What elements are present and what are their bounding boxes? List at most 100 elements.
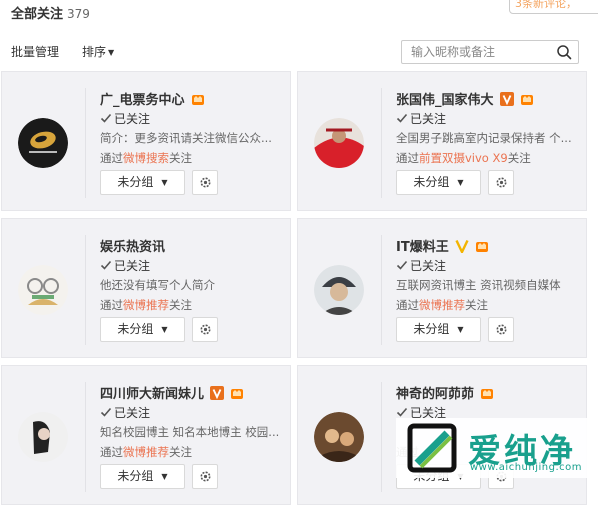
user-name[interactable]: 张国伟_国家伟大 xyxy=(396,89,534,108)
verified-v-icon[interactable] xyxy=(210,386,225,400)
user-name[interactable]: IT爆料王 xyxy=(396,236,489,255)
check-icon xyxy=(396,407,408,417)
follow-card: IT爆料王 已关注 互联网资讯博主 资讯视频自媒体 通过微博推荐关注 未分组 ▼ xyxy=(297,218,587,358)
card-divider xyxy=(381,235,382,345)
user-name[interactable]: 广_电票务中心 xyxy=(100,89,205,108)
notification-popup[interactable]: 3条新评论， xyxy=(509,0,598,14)
sort-dropdown[interactable]: 排序 ▼ xyxy=(82,43,114,60)
follow-source-prefix: 通过 xyxy=(100,151,123,165)
group-dropdown[interactable]: 未分组 ▼ xyxy=(396,170,481,195)
follow-source: 通过微博搜索关注 xyxy=(100,150,192,166)
user-name-text: 四川师大新闻妹儿 xyxy=(100,387,205,402)
gear-icon xyxy=(496,177,507,188)
follow-source-prefix: 通过 xyxy=(396,151,419,165)
follow-status: 已关注 xyxy=(100,110,150,127)
follow-status: 已关注 xyxy=(396,110,446,127)
follow-status: 已关注 xyxy=(396,257,446,274)
follow-source-suffix: 关注 xyxy=(507,151,531,165)
caret-down-icon: ▼ xyxy=(161,472,168,481)
user-name-text: 娱乐热资讯 xyxy=(100,240,166,255)
user-name-text: 张国伟_国家伟大 xyxy=(396,93,494,108)
follow-source-suffix: 关注 xyxy=(169,445,192,459)
group-label: 未分组 xyxy=(117,175,154,189)
sort-label: 排序 xyxy=(82,45,107,59)
user-bio: 知名校园博主 知名本地博主 校园... xyxy=(100,425,280,439)
follow-source-link[interactable]: 微博推荐 xyxy=(123,298,169,312)
user-name[interactable]: 四川师大新闻妹儿 xyxy=(100,383,244,402)
vip-crown-icon[interactable] xyxy=(191,92,205,106)
follow-card: 娱乐热资讯 已关注 他还没有填写个人简介 通过微博推荐关注 未分组 ▼ xyxy=(1,218,291,358)
check-icon xyxy=(396,113,408,123)
batch-manage-button[interactable]: 批量管理 xyxy=(11,43,59,60)
gear-icon xyxy=(200,324,211,335)
group-dropdown[interactable]: 未分组 ▼ xyxy=(100,464,185,489)
follow-source-prefix: 通过 xyxy=(100,445,123,459)
settings-button[interactable] xyxy=(488,170,514,195)
vip-crown-icon[interactable] xyxy=(475,239,489,253)
group-dropdown[interactable]: 未分组 ▼ xyxy=(396,317,481,342)
watermark-logo-icon xyxy=(407,423,457,473)
user-bio: 互联网资讯博主 资讯视频自媒体 xyxy=(396,278,561,292)
avatar[interactable] xyxy=(18,118,68,168)
vip-crown-icon[interactable] xyxy=(520,92,534,106)
follow-count: 379 xyxy=(67,7,90,21)
settings-button[interactable] xyxy=(192,464,218,489)
search-icon[interactable] xyxy=(556,44,572,60)
watermark-url: www.aichunjing.com xyxy=(470,462,582,473)
caret-down-icon: ▼ xyxy=(161,178,168,187)
follow-source-prefix: 通过 xyxy=(396,298,419,312)
avatar[interactable] xyxy=(18,265,68,315)
settings-button[interactable] xyxy=(192,170,218,195)
verified-v-icon[interactable] xyxy=(499,92,514,106)
follow-status-text: 已关注 xyxy=(114,259,151,273)
follow-source: 通过前置双摄vivo X9关注 xyxy=(396,150,531,166)
avatar[interactable] xyxy=(314,118,364,168)
follow-card: 张国伟_国家伟大 已关注 全国男子跳高室内记录保持者 个... 通过前置双摄vi… xyxy=(297,71,587,211)
user-name[interactable]: 娱乐热资讯 xyxy=(100,236,165,255)
follow-status-text: 已关注 xyxy=(114,112,151,126)
avatar[interactable] xyxy=(314,412,364,462)
gear-icon xyxy=(496,324,507,335)
check-icon xyxy=(100,407,112,417)
settings-button[interactable] xyxy=(488,317,514,342)
follow-source-prefix: 通过 xyxy=(100,298,123,312)
caret-down-icon: ▼ xyxy=(457,178,464,187)
caret-down-icon: ▼ xyxy=(457,325,464,334)
group-label: 未分组 xyxy=(117,322,154,336)
notification-text: 3条新评论， xyxy=(515,0,577,10)
card-divider xyxy=(381,88,382,198)
card-divider xyxy=(381,382,382,492)
card-divider xyxy=(85,382,86,492)
check-icon xyxy=(100,260,112,270)
group-dropdown[interactable]: 未分组 ▼ xyxy=(100,170,185,195)
follow-source-link[interactable]: 微博推荐 xyxy=(123,445,169,459)
user-name[interactable]: 神奇的阿茆茆 xyxy=(396,383,494,402)
avatar[interactable] xyxy=(314,265,364,315)
check-icon xyxy=(396,260,408,270)
follow-source-link[interactable]: 前置双摄vivo X9 xyxy=(419,151,508,165)
user-bio: 他还没有填写个人简介 xyxy=(100,278,215,292)
vip-crown-icon[interactable] xyxy=(230,386,244,400)
follow-source-suffix: 关注 xyxy=(465,298,488,312)
avatar[interactable] xyxy=(18,412,68,462)
card-divider xyxy=(85,235,86,345)
search-input[interactable] xyxy=(411,41,551,63)
follow-source-suffix: 关注 xyxy=(169,151,192,165)
gear-icon xyxy=(200,471,211,482)
verified-v-icon[interactable] xyxy=(455,239,469,253)
user-bio: 简介：更多资讯请关注微信公众... xyxy=(100,131,272,145)
check-icon xyxy=(100,113,112,123)
vip-crown-icon[interactable] xyxy=(480,386,494,400)
page-title-text: 全部关注 xyxy=(11,7,64,22)
follow-source-link[interactable]: 微博搜索 xyxy=(123,151,169,165)
follow-source: 通过微博推荐关注 xyxy=(100,297,192,313)
follow-card: 四川师大新闻妹儿 已关注 知名校园博主 知名本地博主 校园... 通过微博推荐关… xyxy=(1,365,291,505)
caret-down-icon: ▼ xyxy=(161,325,168,334)
search-box[interactable] xyxy=(401,40,579,64)
gear-icon xyxy=(200,177,211,188)
settings-button[interactable] xyxy=(192,317,218,342)
follow-source-suffix: 关注 xyxy=(169,298,192,312)
follow-source-link[interactable]: 微博推荐 xyxy=(419,298,465,312)
group-dropdown[interactable]: 未分组 ▼ xyxy=(100,317,185,342)
group-label: 未分组 xyxy=(413,175,450,189)
